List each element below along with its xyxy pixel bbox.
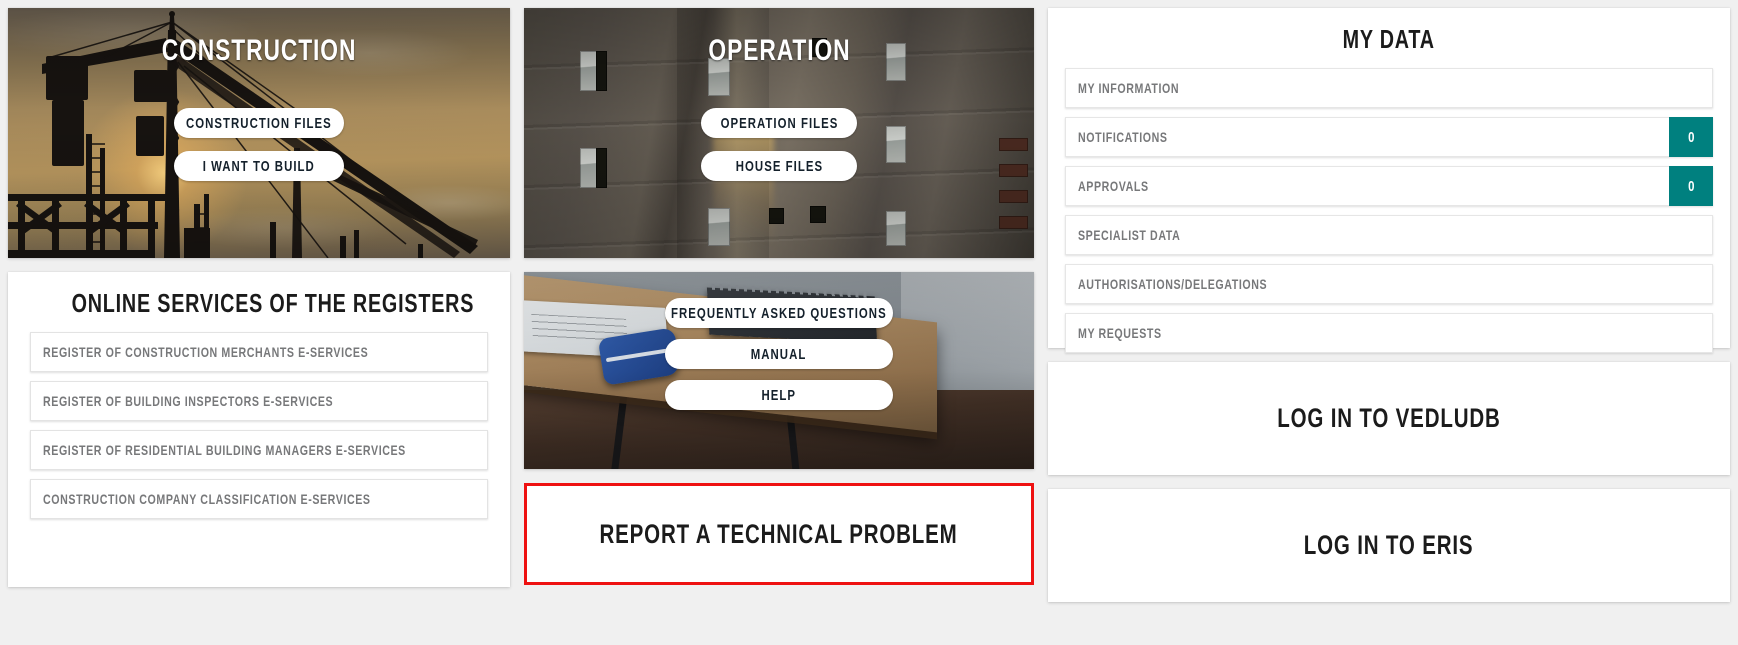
login-eris-button[interactable]: LOG IN TO ERIS	[1048, 489, 1730, 602]
company-classification-label: CONSTRUCTION COMPANY CLASSIFICATION E-SE…	[43, 491, 371, 507]
report-technical-problem-label: REPORT A TECHNICAL PROBLEM	[599, 518, 959, 549]
my-information-label: MY INFORMATION	[1078, 80, 1180, 96]
help-panel: FREQUENTLY ASKED QUESTIONS MANUAL HELP	[524, 272, 1034, 469]
operation-files-button[interactable]: OPERATION FILES	[701, 108, 857, 138]
my-data-title: MY DATA	[1342, 24, 1436, 54]
middle-column: OPERATION OPERATION FILES HOUSE FILES FR…	[524, 8, 1034, 637]
login-eris-label: LOG IN TO ERIS	[1304, 530, 1474, 560]
login-vedludb-label: LOG IN TO VEDLUDB	[1277, 403, 1501, 433]
notifications-item[interactable]: NOTIFICATIONS 0	[1065, 117, 1713, 157]
registers-title: ONLINE SERVICES OF THE REGISTERS	[71, 288, 475, 318]
right-column: MY DATA MY INFORMATION NOTIFICATIONS 0 A…	[1048, 8, 1730, 637]
my-requests-label: MY REQUESTS	[1078, 325, 1162, 341]
login-vedludb-button[interactable]: LOG IN TO VEDLUDB	[1048, 362, 1730, 475]
register-managers-label: REGISTER OF RESIDENTIAL BUILDING MANAGER…	[43, 442, 406, 458]
left-column: CONSTRUCTION CONSTRUCTION FILES I WANT T…	[8, 8, 510, 637]
registers-header: ONLINE SERVICES OF THE REGISTERS	[8, 272, 510, 332]
approvals-count-badge: 0	[1669, 166, 1713, 206]
register-inspectors-label: REGISTER OF BUILDING INSPECTORS E-SERVIC…	[43, 393, 334, 409]
notifications-count-badge: 0	[1669, 117, 1713, 157]
i-want-to-build-button[interactable]: I WANT TO BUILD	[174, 151, 344, 181]
dashboard-page: CONSTRUCTION CONSTRUCTION FILES I WANT T…	[0, 0, 1738, 645]
list-item[interactable]: REGISTER OF CONSTRUCTION MERCHANTS E-SER…	[30, 332, 488, 372]
list-item[interactable]: REGISTER OF BUILDING INSPECTORS E-SERVIC…	[30, 381, 488, 421]
authorisations-delegations-label: AUTHORISATIONS/DELEGATIONS	[1078, 276, 1268, 292]
my-requests-item[interactable]: MY REQUESTS	[1065, 313, 1713, 353]
help-button[interactable]: HELP	[665, 380, 893, 410]
specialist-data-item[interactable]: SPECIALIST DATA	[1065, 215, 1713, 255]
construction-title: CONSTRUCTION	[161, 34, 357, 67]
construction-panel: CONSTRUCTION CONSTRUCTION FILES I WANT T…	[8, 8, 510, 258]
my-information-item[interactable]: MY INFORMATION	[1065, 68, 1713, 108]
authorisations-delegations-item[interactable]: AUTHORISATIONS/DELEGATIONS	[1065, 264, 1713, 304]
my-data-header: MY DATA	[1048, 8, 1730, 68]
faq-button[interactable]: FREQUENTLY ASKED QUESTIONS	[665, 298, 893, 328]
notifications-label: NOTIFICATIONS	[1078, 129, 1168, 145]
register-merchants-label: REGISTER OF CONSTRUCTION MERCHANTS E-SER…	[43, 344, 369, 360]
manual-button[interactable]: MANUAL	[665, 339, 893, 369]
house-files-button[interactable]: HOUSE FILES	[701, 151, 857, 181]
list-item[interactable]: REGISTER OF RESIDENTIAL BUILDING MANAGER…	[30, 430, 488, 470]
report-technical-problem-button[interactable]: REPORT A TECHNICAL PROBLEM	[524, 483, 1034, 585]
approvals-label: APPROVALS	[1078, 178, 1149, 194]
my-data-panel: MY DATA MY INFORMATION NOTIFICATIONS 0 A…	[1048, 8, 1730, 353]
approvals-item[interactable]: APPROVALS 0	[1065, 166, 1713, 206]
registers-panel: ONLINE SERVICES OF THE REGISTERS REGISTE…	[8, 272, 510, 587]
operation-title: OPERATION	[707, 34, 851, 67]
list-item[interactable]: CONSTRUCTION COMPANY CLASSIFICATION E-SE…	[30, 479, 488, 519]
registers-list: REGISTER OF CONSTRUCTION MERCHANTS E-SER…	[8, 332, 510, 539]
specialist-data-label: SPECIALIST DATA	[1078, 227, 1181, 243]
construction-files-button[interactable]: CONSTRUCTION FILES	[174, 108, 344, 138]
my-data-list: MY INFORMATION NOTIFICATIONS 0 APPROVALS…	[1048, 68, 1730, 371]
operation-panel: OPERATION OPERATION FILES HOUSE FILES	[524, 8, 1034, 258]
